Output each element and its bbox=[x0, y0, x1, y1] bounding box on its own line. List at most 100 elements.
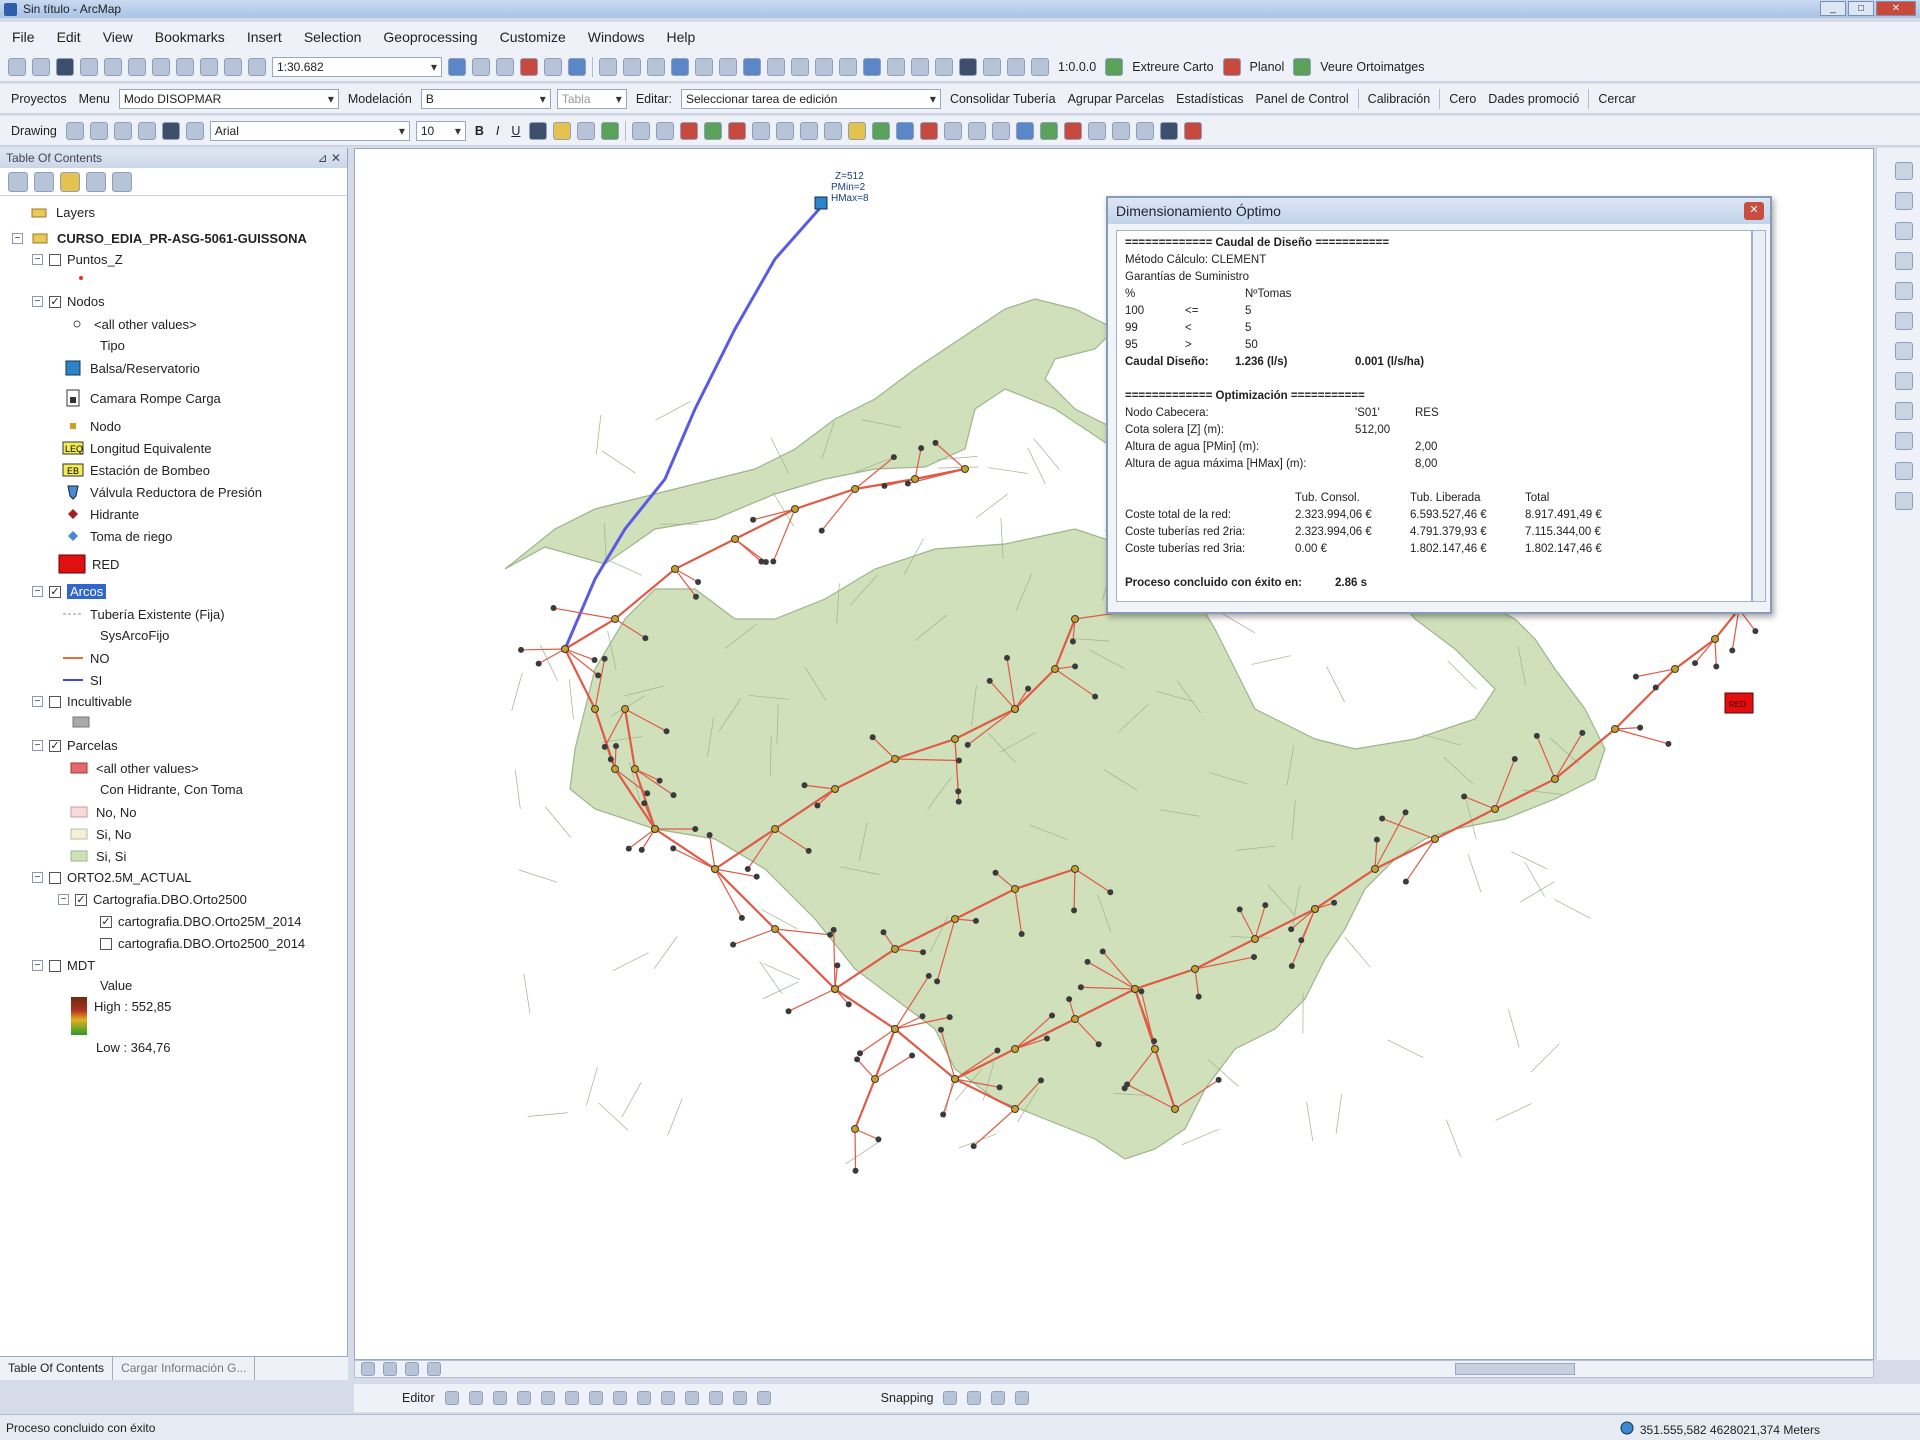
create-viewer-icon[interactable] bbox=[1031, 57, 1049, 76]
edit-vertices-icon[interactable] bbox=[185, 121, 204, 140]
fill-color-icon[interactable] bbox=[553, 121, 572, 140]
table-icon[interactable] bbox=[472, 57, 490, 76]
visibility-checkbox[interactable]: ✓ bbox=[49, 585, 61, 598]
underline-button[interactable]: U bbox=[508, 124, 523, 138]
map-vertical-scrollbar[interactable] bbox=[1876, 148, 1888, 1360]
visibility-checkbox[interactable]: ✓ bbox=[49, 295, 61, 308]
menu-bookmarks[interactable]: Bookmarks bbox=[155, 29, 225, 45]
fixed-zoom-in-icon[interactable] bbox=[695, 57, 713, 76]
find-icon[interactable] bbox=[959, 57, 977, 76]
group-curso[interactable]: − CURSO_EDIA_PR-ASG-5061-GUISSONA bbox=[12, 230, 307, 246]
model-tool-5-icon[interactable] bbox=[728, 121, 747, 140]
menu-insert[interactable]: Insert bbox=[247, 29, 282, 45]
fixed-zoom-out-icon[interactable] bbox=[719, 57, 737, 76]
side-tool-10-icon[interactable] bbox=[1895, 432, 1913, 450]
model-tool-12-icon[interactable] bbox=[896, 121, 915, 140]
collapse-icon[interactable]: − bbox=[32, 960, 43, 971]
line-color-icon[interactable] bbox=[577, 121, 596, 140]
cercar-button[interactable]: Cercar bbox=[1595, 92, 1639, 106]
vertex-snapping-icon[interactable] bbox=[991, 1391, 1006, 1405]
point-icon[interactable] bbox=[564, 1391, 579, 1405]
straight-segment-icon[interactable] bbox=[492, 1391, 507, 1405]
copy-icon[interactable] bbox=[128, 57, 146, 76]
go-to-xy-icon[interactable] bbox=[983, 57, 1001, 76]
side-tool-3-icon[interactable] bbox=[1895, 222, 1913, 240]
list-by-source-icon[interactable] bbox=[34, 171, 54, 192]
cut-icon[interactable] bbox=[104, 57, 122, 76]
panel-control-button[interactable]: Panel de Control bbox=[1253, 92, 1352, 106]
layer-puntos-z[interactable]: − Puntos_Z bbox=[32, 252, 123, 267]
split-icon[interactable] bbox=[660, 1391, 675, 1405]
data-view-icon[interactable] bbox=[361, 1362, 375, 1376]
trace-icon[interactable] bbox=[540, 1391, 555, 1405]
print-icon[interactable] bbox=[80, 57, 98, 76]
scale-combo[interactable]: 1:30.682 bbox=[272, 56, 442, 77]
map-horizontal-scrollbar[interactable] bbox=[354, 1360, 1874, 1378]
model-tool-15-icon[interactable] bbox=[968, 121, 987, 140]
menu-help[interactable]: Help bbox=[667, 29, 696, 45]
layer-nodos[interactable]: − ✓ Nodos bbox=[32, 294, 105, 309]
estadisticas-button[interactable]: Estadísticas bbox=[1173, 92, 1246, 106]
reservoir-marker[interactable]: Z=512 PMin=2 HMax=8 bbox=[814, 171, 869, 210]
time-slider-icon[interactable] bbox=[1007, 57, 1025, 76]
model-tool-21-icon[interactable] bbox=[1112, 121, 1131, 140]
rotate-edit-icon[interactable] bbox=[684, 1391, 699, 1405]
model-tool-10-icon[interactable] bbox=[848, 121, 867, 140]
layout-view-icon[interactable] bbox=[383, 1362, 397, 1376]
collapse-icon[interactable]: − bbox=[32, 872, 43, 883]
layer-orto2500[interactable]: cartografia.DBO.Orto2500_2014 bbox=[100, 936, 305, 951]
model-tool-16-icon[interactable] bbox=[992, 121, 1011, 140]
marker-color-icon[interactable] bbox=[601, 121, 620, 140]
tab-cargar-informacion[interactable]: Cargar Información G... bbox=[113, 1357, 256, 1380]
side-tool-2-icon[interactable] bbox=[1895, 192, 1913, 210]
reshape-icon[interactable] bbox=[612, 1391, 627, 1405]
menu-windows[interactable]: Windows bbox=[588, 29, 645, 45]
forward-extent-icon[interactable] bbox=[767, 57, 785, 76]
font-combo[interactable]: Arial bbox=[209, 120, 410, 141]
arctoolbox-icon[interactable] bbox=[520, 57, 538, 76]
side-tool-1-icon[interactable] bbox=[1895, 162, 1913, 180]
model-tool-4-icon[interactable] bbox=[704, 121, 723, 140]
model-tool-24-icon[interactable] bbox=[1184, 121, 1203, 140]
layer-parcelas[interactable]: − ✓ Parcelas bbox=[32, 738, 118, 753]
collapse-icon[interactable]: − bbox=[58, 894, 69, 905]
edit-tool-icon[interactable] bbox=[444, 1391, 459, 1405]
model-tool-2-icon[interactable] bbox=[656, 121, 675, 140]
model-tool-20-icon[interactable] bbox=[1088, 121, 1107, 140]
delete-icon[interactable] bbox=[176, 57, 194, 76]
visibility-checkbox[interactable] bbox=[49, 695, 61, 708]
agrupar-parcelas-button[interactable]: Agrupar Parcelas bbox=[1065, 92, 1168, 106]
side-tool-4-icon[interactable] bbox=[1895, 252, 1913, 270]
bold-button[interactable]: B bbox=[472, 124, 487, 138]
list-by-visibility-icon[interactable] bbox=[60, 171, 80, 192]
side-tool-7-icon[interactable] bbox=[1895, 342, 1913, 360]
consolidar-tuberia-button[interactable]: Consolidar Tubería bbox=[947, 92, 1059, 106]
open-icon[interactable] bbox=[32, 57, 50, 76]
collapse-icon[interactable]: − bbox=[32, 586, 43, 597]
clear-selection-icon[interactable] bbox=[815, 57, 833, 76]
close-button[interactable]: ✕ bbox=[1876, 1, 1916, 16]
font-color-icon[interactable] bbox=[529, 121, 548, 140]
tab-table-of-contents[interactable]: Table Of Contents bbox=[0, 1357, 114, 1380]
collapse-icon[interactable]: − bbox=[32, 296, 43, 307]
point-snapping-icon[interactable] bbox=[943, 1391, 958, 1405]
pause-drawing-icon[interactable] bbox=[427, 1362, 441, 1376]
globe-icon[interactable] bbox=[568, 57, 586, 76]
minimize-button[interactable]: _ bbox=[1820, 1, 1846, 16]
menu-geoprocessing[interactable]: Geoprocessing bbox=[383, 29, 477, 45]
zoom-out-icon[interactable] bbox=[623, 57, 641, 76]
visibility-checkbox[interactable] bbox=[100, 937, 112, 950]
side-tool-12-icon[interactable] bbox=[1895, 492, 1913, 510]
side-tool-8-icon[interactable] bbox=[1895, 372, 1913, 390]
select-pointer-icon[interactable] bbox=[65, 121, 84, 140]
snapping-menu[interactable]: Snapping bbox=[881, 1391, 934, 1405]
scroll-thumb[interactable] bbox=[1455, 1363, 1575, 1375]
visibility-checkbox[interactable] bbox=[49, 871, 61, 884]
new-icon[interactable] bbox=[8, 57, 26, 76]
veure-ortoimatges-button[interactable]: Veure Ortoimatges bbox=[1317, 60, 1427, 74]
layer-incultivable[interactable]: − Incultivable bbox=[32, 694, 132, 709]
italic-button[interactable]: I bbox=[493, 124, 502, 138]
cut-polygons-icon[interactable] bbox=[636, 1391, 651, 1405]
model-tool-1-icon[interactable] bbox=[632, 121, 651, 140]
end-point-arc-icon[interactable] bbox=[516, 1391, 531, 1405]
